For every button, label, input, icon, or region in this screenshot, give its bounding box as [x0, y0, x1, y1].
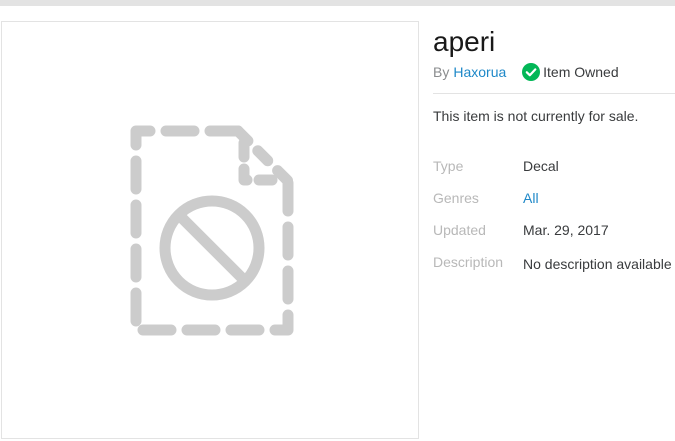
check-circle-icon [522, 63, 541, 81]
detail-row-type: Type Decal [433, 156, 559, 176]
detail-value: Decal [523, 158, 559, 174]
description-text: No description available [523, 256, 672, 272]
detail-row-updated: Updated Mar. 29, 2017 [433, 220, 609, 240]
by-label: By [433, 64, 450, 80]
genre-link[interactable]: All [523, 188, 539, 208]
detail-row-genres: Genres All [433, 188, 539, 208]
creator-link[interactable]: Haxorua [453, 64, 506, 80]
detail-row-description: Description No description available [433, 252, 672, 272]
detail-label: Genres [433, 190, 479, 206]
item-title: aperi [433, 26, 496, 57]
divider [433, 93, 675, 94]
detail-label: Type [433, 158, 464, 174]
item-thumbnail [1, 21, 419, 439]
owned-label: Item Owned [543, 64, 619, 80]
detail-label: Description [433, 254, 504, 270]
broken-file-icon [130, 125, 294, 336]
byline: By Haxorua Item Owned [433, 62, 619, 82]
owned-status: Item Owned [522, 62, 619, 82]
sale-status: This item is not currently for sale. [433, 108, 639, 124]
top-bar [0, 0, 675, 6]
detail-label: Updated [433, 222, 486, 238]
detail-value: Mar. 29, 2017 [523, 222, 609, 238]
